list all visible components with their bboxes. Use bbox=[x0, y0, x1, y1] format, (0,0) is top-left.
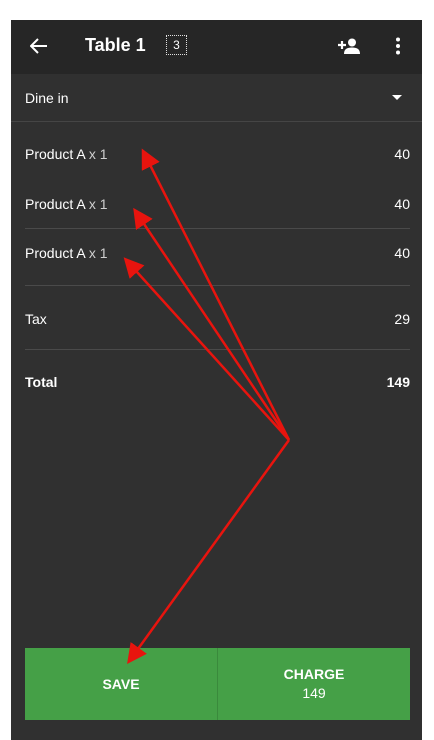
divider bbox=[25, 349, 410, 350]
divider bbox=[25, 228, 410, 229]
item-amount: 40 bbox=[394, 196, 410, 212]
more-vert-icon bbox=[396, 37, 400, 55]
overflow-menu-button[interactable] bbox=[385, 32, 411, 60]
page-title: Table 1 bbox=[85, 35, 146, 55]
total-value: 149 bbox=[386, 374, 410, 390]
dropdown-arrow-icon bbox=[392, 95, 402, 100]
app-bar: Table 1 3 bbox=[11, 20, 422, 74]
dining-option-dropdown[interactable]: Dine in bbox=[11, 74, 422, 122]
total-label: Total bbox=[25, 374, 58, 390]
person-add-icon bbox=[338, 38, 360, 54]
divider bbox=[25, 285, 410, 286]
item-label: Product A x 1 bbox=[25, 146, 108, 162]
save-button[interactable]: SAVE bbox=[25, 648, 218, 720]
charge-button-label: CHARGE bbox=[283, 666, 345, 682]
save-button-label: SAVE bbox=[102, 675, 140, 692]
item-amount: 40 bbox=[394, 146, 410, 162]
tax-label: Tax bbox=[25, 311, 47, 327]
add-customer-button[interactable] bbox=[335, 32, 363, 60]
item-quantity: x 1 bbox=[88, 245, 108, 261]
guest-count-badge[interactable]: 3 bbox=[166, 35, 187, 55]
item-amount: 40 bbox=[394, 245, 410, 261]
charge-button[interactable]: CHARGE 149 bbox=[218, 648, 410, 720]
tax-value: 29 bbox=[394, 311, 410, 327]
dining-option-label: Dine in bbox=[25, 90, 69, 106]
arrow-back-icon bbox=[30, 38, 47, 54]
item-label: Product A x 1 bbox=[25, 196, 108, 212]
ticket-screen: Table 1 3 Dine in Product A x 1 40 Produ… bbox=[11, 20, 422, 740]
item-quantity: x 1 bbox=[88, 146, 108, 162]
back-button[interactable] bbox=[25, 32, 53, 60]
charge-amount: 149 bbox=[302, 685, 326, 701]
action-bar: SAVE CHARGE 149 bbox=[25, 648, 410, 720]
item-quantity: x 1 bbox=[88, 196, 108, 212]
item-label: Product A x 1 bbox=[25, 245, 108, 261]
